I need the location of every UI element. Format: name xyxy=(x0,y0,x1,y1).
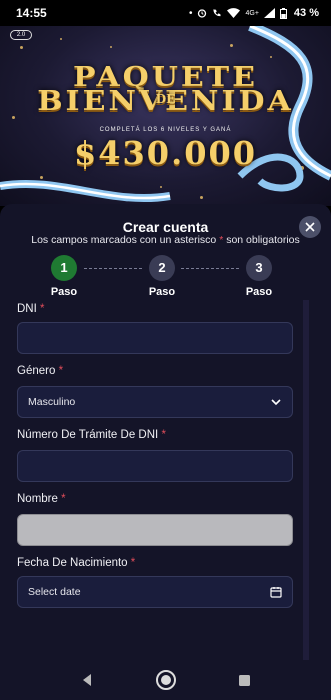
fecha-date-picker[interactable]: Select date xyxy=(17,576,293,608)
close-icon xyxy=(305,222,315,232)
fecha-placeholder: Select date xyxy=(28,586,81,598)
recents-square-icon[interactable] xyxy=(238,674,251,687)
promo-amount: $430.000 xyxy=(74,134,257,172)
genero-selected-value: Masculino xyxy=(28,396,76,408)
form-scrollbar[interactable] xyxy=(303,300,309,660)
dni-input[interactable] xyxy=(17,322,293,354)
signal-icon xyxy=(263,8,275,18)
step-connector-1 xyxy=(84,268,142,269)
step-2-indicator: 2 xyxy=(149,255,175,281)
battery-percent: 43 % xyxy=(293,7,319,19)
fecha-label: Fecha De Nacimiento * xyxy=(17,557,136,569)
tramite-input[interactable] xyxy=(17,450,293,482)
home-circle-icon[interactable] xyxy=(155,669,177,691)
tramite-label: Número De Trámite De DNI * xyxy=(17,429,166,441)
alarm-icon xyxy=(198,9,207,18)
required-fields-note: Los campos marcados con un asterisco * s… xyxy=(0,234,331,246)
brand-badge: 2.0 xyxy=(10,30,32,40)
promo-subtitle: COMPLETÁ LOS 6 NIVELES Y GANÁ xyxy=(99,127,232,133)
step-1-label: Paso xyxy=(50,286,78,298)
status-time: 14:55 xyxy=(16,6,47,20)
sheet-title: Crear cuenta xyxy=(122,219,209,235)
nombre-label: Nombre * xyxy=(17,493,66,505)
chevron-down-icon xyxy=(271,399,281,406)
note-asterisk: * xyxy=(219,234,224,246)
wifi-icon xyxy=(227,8,241,18)
nombre-input xyxy=(17,514,293,546)
welcome-banner[interactable]: 2.0 PAQUETE BIENVENIDA DE COMPLETÁ LOS 6… xyxy=(0,26,331,206)
network-type: 4G+ xyxy=(245,9,259,17)
note-suffix: son obligatorios xyxy=(226,234,300,246)
step-2-label: Paso xyxy=(148,286,176,298)
status-bar: 14:55 • 4G+ 43 % xyxy=(0,0,331,26)
note-prefix: Los campos marcados con un asterisco xyxy=(31,234,217,246)
step-1-indicator: 1 xyxy=(51,255,77,281)
promo-connector: DE xyxy=(155,92,176,106)
close-button[interactable] xyxy=(299,216,321,238)
calendar-icon xyxy=(270,587,282,598)
genero-select[interactable]: Masculino xyxy=(17,386,293,418)
dot-icon: • xyxy=(188,7,193,19)
battery-icon xyxy=(279,7,287,19)
status-icons: • 4G+ 43 % xyxy=(189,7,319,19)
step-connector-2 xyxy=(181,268,239,269)
android-nav-bar xyxy=(0,660,331,700)
step-3-indicator: 3 xyxy=(246,255,272,281)
dni-label: DNI * xyxy=(17,303,45,315)
back-triangle-icon[interactable] xyxy=(80,673,94,687)
phone-icon xyxy=(213,9,222,17)
step-3-label: Paso xyxy=(245,286,273,298)
genero-label: Género * xyxy=(17,365,64,377)
create-account-sheet: Crear cuenta Los campos marcados con un … xyxy=(0,204,331,660)
